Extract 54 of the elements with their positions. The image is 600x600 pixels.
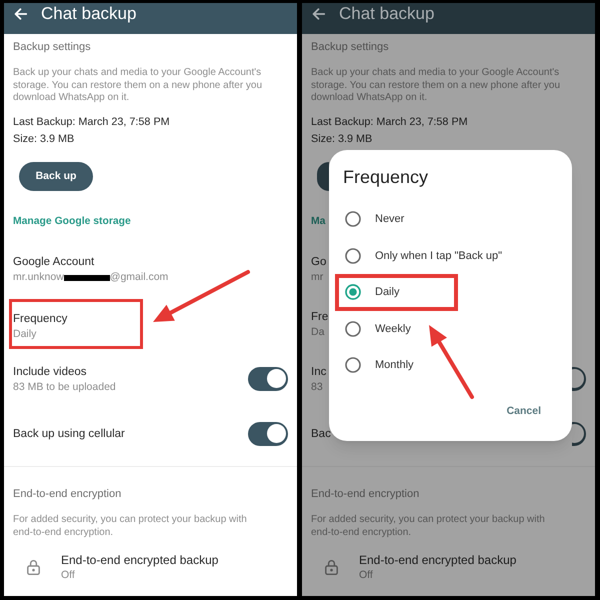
description-text: Back up your chats and media to your Google Account's storage. You can restore them on a new phone after you download WhatsApp on it. — [13, 67, 264, 104]
radio-icon[interactable] — [345, 284, 361, 300]
toggle-switch[interactable] — [572, 366, 586, 390]
radio-icon[interactable] — [345, 211, 361, 228]
setting-subtitle: 83 MB to be uploaded — [13, 380, 116, 394]
setting-title: End-to-end encrypted backup — [61, 552, 218, 568]
radio-option[interactable]: Weekly — [345, 320, 411, 337]
setting-title: Fre — [311, 310, 328, 324]
setting-title: Bac — [311, 426, 331, 442]
back-up-button[interactable] — [317, 162, 329, 191]
cancel-button[interactable]: Cancel — [498, 400, 549, 424]
radio-option[interactable]: Daily — [345, 284, 400, 300]
lock-icon — [27, 559, 40, 575]
setting-title: Go — [311, 254, 326, 270]
account-email: mr.unknow — [13, 270, 64, 284]
backup-info: Last Backup: March 23, 7:58 PM — [311, 114, 468, 130]
section-heading: Backup settings — [13, 40, 91, 54]
description-text: Back up your chats and media to your Google Account's storage. You can restore them on a new phone after you download WhatsApp on it. — [311, 67, 562, 104]
toggle-switch[interactable] — [248, 366, 288, 390]
lock-icon — [325, 559, 338, 575]
toggle-switch[interactable] — [572, 422, 586, 446]
radio-icon[interactable] — [345, 357, 361, 374]
radio-option[interactable]: Never — [345, 211, 404, 228]
radio-option[interactable]: Only when I tap "Back up" — [345, 248, 502, 264]
screen-title: Chat backup — [41, 3, 136, 25]
setting-subtitle: Off — [359, 568, 374, 582]
radio-option[interactable]: Monthly — [345, 357, 414, 374]
radio-icon[interactable] — [345, 248, 361, 264]
backup-info: Size: 3.9 MB — [13, 132, 74, 146]
setting-subtitle: Da — [311, 324, 326, 338]
description-text: For added security, you can protect your backup with end-to-end encryption. — [13, 514, 248, 539]
section-heading: End-to-end encryption — [13, 487, 122, 501]
section-heading: End-to-end encryption — [311, 487, 420, 501]
account-email: @gmail.com — [110, 270, 168, 284]
setting-title: Frequency — [13, 312, 68, 326]
back-arrow-icon[interactable] — [312, 8, 325, 20]
setting-title: Back up using cellular — [13, 426, 125, 442]
toggle-switch[interactable] — [248, 422, 288, 446]
setting-title: Google Account — [13, 254, 96, 270]
radio-icon[interactable] — [345, 320, 361, 337]
dialog-title: Frequency — [343, 166, 428, 189]
setting-subtitle: mr — [311, 270, 324, 284]
setting-subtitle: 83 — [311, 380, 324, 394]
backup-info: Last Backup: March 23, 7:58 PM — [13, 114, 170, 130]
setting-title: Inc — [311, 364, 326, 380]
section-heading: Backup settings — [311, 40, 389, 54]
setting-title: End-to-end encrypted backup — [359, 552, 516, 568]
screen-title: Chat backup — [339, 3, 434, 25]
description-text: For added security, you can protect your backup with end-to-end encryption. — [311, 514, 546, 539]
setting-subtitle: Daily — [13, 326, 38, 340]
setting-title: Include videos — [13, 364, 88, 380]
setting-subtitle: Off — [61, 568, 76, 582]
backup-info: Size: 3.9 MB — [311, 132, 372, 146]
back-up-button[interactable]: Back up — [19, 162, 93, 191]
